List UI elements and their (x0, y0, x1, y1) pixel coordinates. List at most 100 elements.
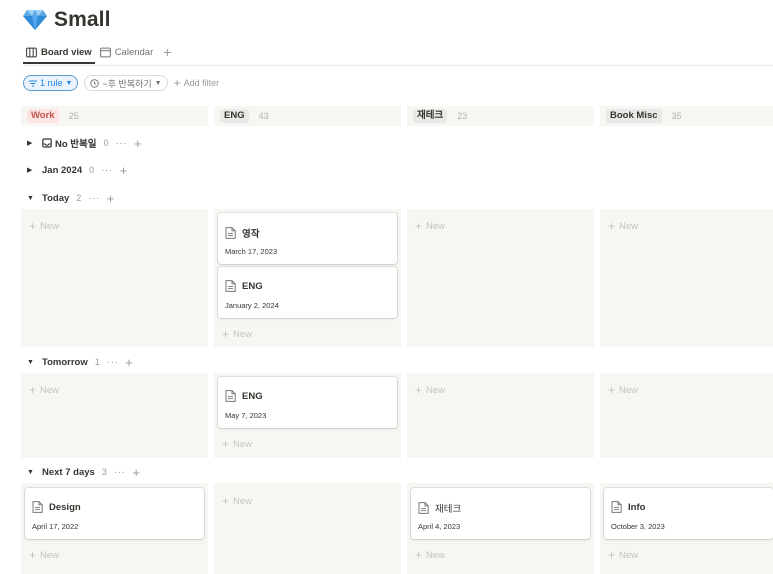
page-icon (418, 502, 429, 514)
filter-bar: 1 rule ▼ ~후 반복하기 ▼ + Add filter (23, 75, 219, 91)
column-header-jaetech[interactable]: 재테크 23 (407, 106, 594, 126)
card-title-text: Design (49, 501, 81, 513)
new-card-button[interactable]: + New (29, 548, 59, 562)
board-card[interactable]: Design April 17, 2022 (25, 488, 204, 539)
column-count: 23 (457, 111, 468, 121)
new-card-button[interactable]: + New (29, 219, 59, 233)
new-card-button[interactable]: + New (608, 548, 638, 562)
new-card-button[interactable]: + New (222, 494, 252, 508)
new-label: New (426, 220, 446, 232)
new-card-button[interactable]: + New (608, 383, 638, 397)
plus-icon: + (415, 383, 423, 397)
page-icon (225, 227, 236, 239)
plus-icon: + (222, 327, 230, 341)
new-card-button[interactable]: + New (222, 327, 252, 341)
new-label: New (40, 384, 60, 396)
more-options-icon[interactable]: ··· (107, 357, 119, 368)
more-options-icon[interactable]: ··· (88, 193, 100, 204)
page-icon (225, 390, 236, 402)
add-filter-button[interactable]: + Add filter (174, 76, 220, 90)
group-tomorrow[interactable]: ▼ Tomorrow 1 ··· + (27, 355, 133, 369)
card-date: October 3, 2023 (611, 522, 665, 531)
card-title: Info (611, 501, 645, 513)
column-count: 25 (68, 111, 79, 121)
page-icon (225, 280, 236, 292)
page-title: Small (54, 8, 111, 31)
card-title-text: 영작 (242, 229, 260, 240)
page-title-block: Small (23, 6, 111, 34)
card-title: Design (32, 501, 81, 513)
view-tabs: Board view Calendar + (26, 44, 171, 60)
new-label: New (40, 220, 60, 232)
more-options-icon[interactable]: ··· (116, 138, 128, 149)
group-jan-2024[interactable]: ▶ Jan 2024 0 ··· + (27, 163, 127, 177)
new-label: New (619, 384, 639, 396)
add-card-button[interactable]: + (125, 356, 133, 369)
column-header-eng[interactable]: ENG 43 (214, 106, 401, 126)
property-filter-label: ~후 반복하기 (102, 78, 152, 89)
group-title-text: Next 7 days (42, 466, 95, 478)
plus-icon: + (29, 219, 37, 233)
collapsed-triangle-icon: ▶ (27, 140, 33, 147)
board-card[interactable]: Info October 3, 2023 (604, 488, 773, 539)
column-tag: 재테크 (413, 109, 448, 123)
card-date: March 17, 2023 (225, 247, 278, 256)
tab-calendar-label: Calendar (114, 46, 154, 58)
card-title: ENG (225, 390, 263, 402)
group-no-repeat[interactable]: ▶ No 반복일 0 ··· + (27, 136, 142, 151)
collapsed-triangle-icon: ▶ (27, 167, 33, 174)
board-card[interactable]: 재테크 April 4, 2023 (411, 488, 590, 539)
plus-icon: + (29, 548, 37, 562)
plus-icon: + (222, 437, 230, 451)
board-card[interactable]: ENG January 2, 2024 (218, 267, 397, 318)
add-view-button[interactable]: + (163, 45, 171, 59)
new-card-button[interactable]: + New (415, 548, 445, 562)
card-title-text: Info (628, 501, 646, 513)
group-count: 2 (76, 193, 82, 203)
more-options-icon[interactable]: ··· (114, 467, 126, 478)
new-label: New (40, 549, 60, 561)
add-filter-label: Add filter (183, 78, 220, 88)
board-card[interactable]: ENG May 7, 2023 (218, 377, 397, 428)
column-header-book-misc[interactable]: Book Misc 35 (600, 106, 773, 126)
new-card-button[interactable]: + New (415, 383, 445, 397)
column-header-work[interactable]: Work 25 (21, 106, 208, 126)
clock-icon (90, 78, 100, 88)
group-next-7-days[interactable]: ▼ Next 7 days 3 ··· + (27, 465, 140, 479)
plus-icon: + (29, 383, 37, 397)
add-card-button[interactable]: + (132, 466, 140, 479)
new-card-button[interactable]: + New (415, 219, 445, 233)
rule-filter-chip[interactable]: 1 rule ▼ (23, 75, 79, 91)
expanded-triangle-icon: ▼ (27, 358, 34, 366)
card-title: 영작 (225, 226, 259, 240)
board-icon (26, 47, 37, 57)
plus-icon: + (608, 548, 616, 562)
add-card-button[interactable]: + (134, 137, 142, 150)
add-card-button[interactable]: + (107, 192, 115, 205)
group-count: 0 (89, 165, 95, 175)
group-count: 3 (101, 467, 107, 477)
column-tag: Book Misc (606, 109, 662, 123)
new-card-button[interactable]: + New (222, 437, 252, 451)
plus-icon: + (415, 548, 423, 562)
plus-icon: + (608, 219, 616, 233)
card-title: 재테크 (418, 501, 461, 515)
card-title-text: 재테크 (435, 504, 462, 515)
board-card[interactable]: 영작 March 17, 2023 (218, 213, 397, 264)
inbox-icon (42, 138, 52, 148)
new-card-button[interactable]: + New (29, 383, 59, 397)
property-filter-chip[interactable]: ~후 반복하기 ▼ (84, 75, 168, 91)
column-count: 35 (671, 111, 682, 121)
add-card-button[interactable]: + (120, 164, 128, 177)
card-date: January 2, 2024 (225, 301, 279, 310)
group-today[interactable]: ▼ Today 2 ··· + (27, 191, 114, 205)
tab-calendar[interactable]: Calendar (99, 44, 154, 60)
gem-icon (23, 10, 47, 30)
more-options-icon[interactable]: ··· (101, 165, 113, 176)
card-title-text: ENG (242, 280, 263, 292)
tab-board-view[interactable]: Board view (26, 44, 92, 60)
calendar-icon (99, 47, 111, 57)
page-icon (611, 501, 622, 513)
new-card-button[interactable]: + New (608, 219, 638, 233)
column-tag: Work (27, 109, 59, 123)
